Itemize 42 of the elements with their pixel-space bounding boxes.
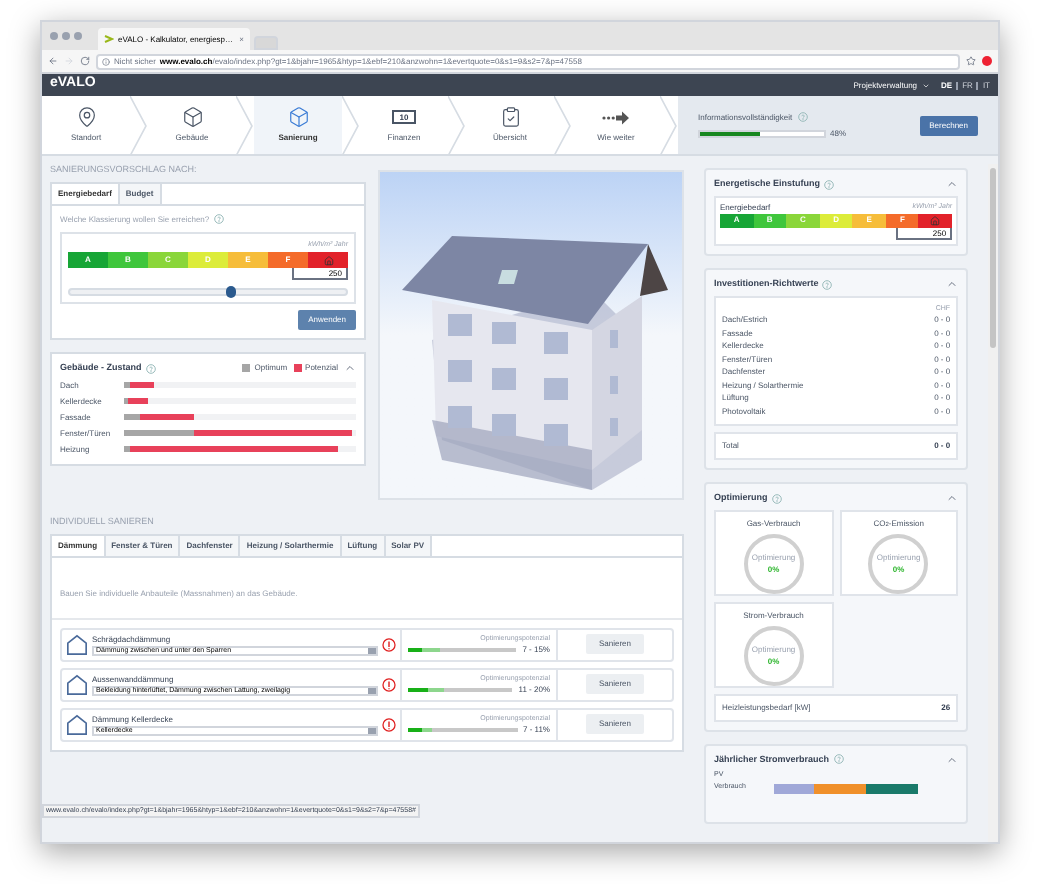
house-outline-icon [66, 633, 88, 656]
cube-icon [181, 106, 203, 128]
help-icon[interactable] [771, 493, 782, 504]
building-viewer[interactable] [378, 170, 684, 500]
clipboard-check-icon [499, 106, 521, 128]
house-icon [930, 215, 941, 226]
info-icon[interactable] [382, 677, 396, 692]
cube-icon [287, 106, 309, 128]
map-pin-icon [75, 106, 97, 128]
collapse-icon[interactable] [946, 178, 959, 191]
select-handle-icon [368, 647, 376, 654]
slider-thumb[interactable] [225, 286, 236, 298]
info-icon [102, 57, 110, 65]
bookmark-icon[interactable] [966, 56, 976, 66]
collapse-icon[interactable] [946, 753, 959, 766]
forward-icon[interactable] [64, 56, 74, 66]
collapse-icon[interactable] [946, 278, 959, 291]
collapse-icon[interactable] [344, 362, 356, 375]
new-tab-button[interactable] [254, 36, 278, 50]
collapse-icon[interactable] [946, 492, 959, 505]
back-icon[interactable] [48, 56, 58, 66]
stacked-bar-drawing [774, 784, 918, 795]
extension-icon[interactable] [982, 56, 992, 66]
slider-track[interactable] [68, 288, 348, 296]
select-handle-icon [368, 687, 376, 694]
chevron-logo-icon [104, 34, 114, 44]
reload-icon[interactable] [80, 56, 90, 66]
help-icon[interactable] [145, 363, 156, 374]
house-icon [323, 255, 333, 265]
dotted-arrow-icon [602, 109, 630, 125]
house-outline-icon [66, 673, 88, 696]
help-icon[interactable] [824, 179, 835, 190]
info-icon[interactable] [382, 717, 396, 732]
select-handle-icon [368, 727, 376, 734]
help-icon[interactable] [833, 754, 844, 765]
help-icon[interactable] [798, 112, 809, 122]
help-icon[interactable] [822, 279, 833, 290]
scrollbar[interactable] [988, 164, 998, 842]
info-icon[interactable] [382, 637, 396, 652]
energy-class[interactable] [308, 252, 348, 268]
help-icon[interactable] [213, 214, 224, 225]
house-outline-icon [66, 713, 88, 736]
